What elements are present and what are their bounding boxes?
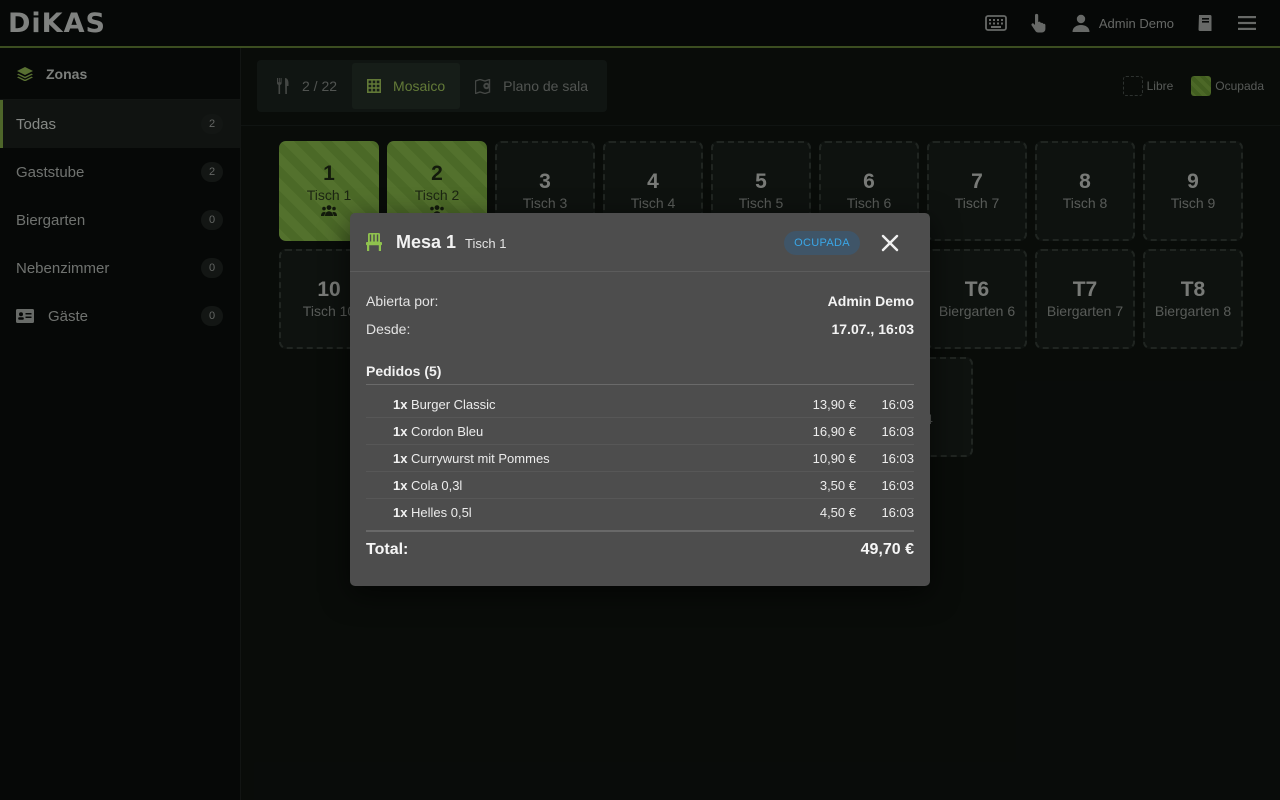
table-detail-modal: Mesa 1 Tisch 1 OCUPADA Abierta por: Admi… [350, 213, 930, 586]
opened-by-row: Abierta por: Admin Demo [366, 293, 914, 309]
modal-header: Mesa 1 Tisch 1 OCUPADA [350, 213, 930, 272]
total-value: 49,70 € [860, 541, 914, 558]
orders-header: Pedidos (5) [366, 357, 914, 385]
opened-by-value: Admin Demo [827, 293, 914, 309]
status-badge: OCUPADA [784, 231, 860, 255]
order-row: 1x Cordon Bleu 16,90 €16:03 [366, 418, 914, 445]
total-row: Total: 49,70 € [366, 530, 914, 568]
order-row: 1x Burger Classic 13,90 €16:03 [366, 391, 914, 418]
modal-body: Abierta por: Admin Demo Desde: 17.07., 1… [350, 287, 930, 568]
modal-title: Mesa 1 [396, 231, 457, 252]
orders-list: 1x Burger Classic 13,90 €16:03 1x Cordon Bl… [366, 391, 914, 526]
order-row: 1x Cola 0,3l 3,50 €16:03 [366, 472, 914, 499]
order-row: 1x Currywurst mit Pommes 10,90 €16:03 [366, 445, 914, 472]
since-value: 17.07., 16:03 [831, 321, 914, 337]
order-row: 1x Helles 0,5l 4,50 €16:03 [393, 505, 914, 520]
since-row: Desde: 17.07., 16:03 [366, 321, 914, 337]
chair-icon [366, 233, 382, 251]
modal-subtitle: Tisch 1 [465, 235, 507, 251]
close-icon[interactable] [879, 232, 901, 254]
